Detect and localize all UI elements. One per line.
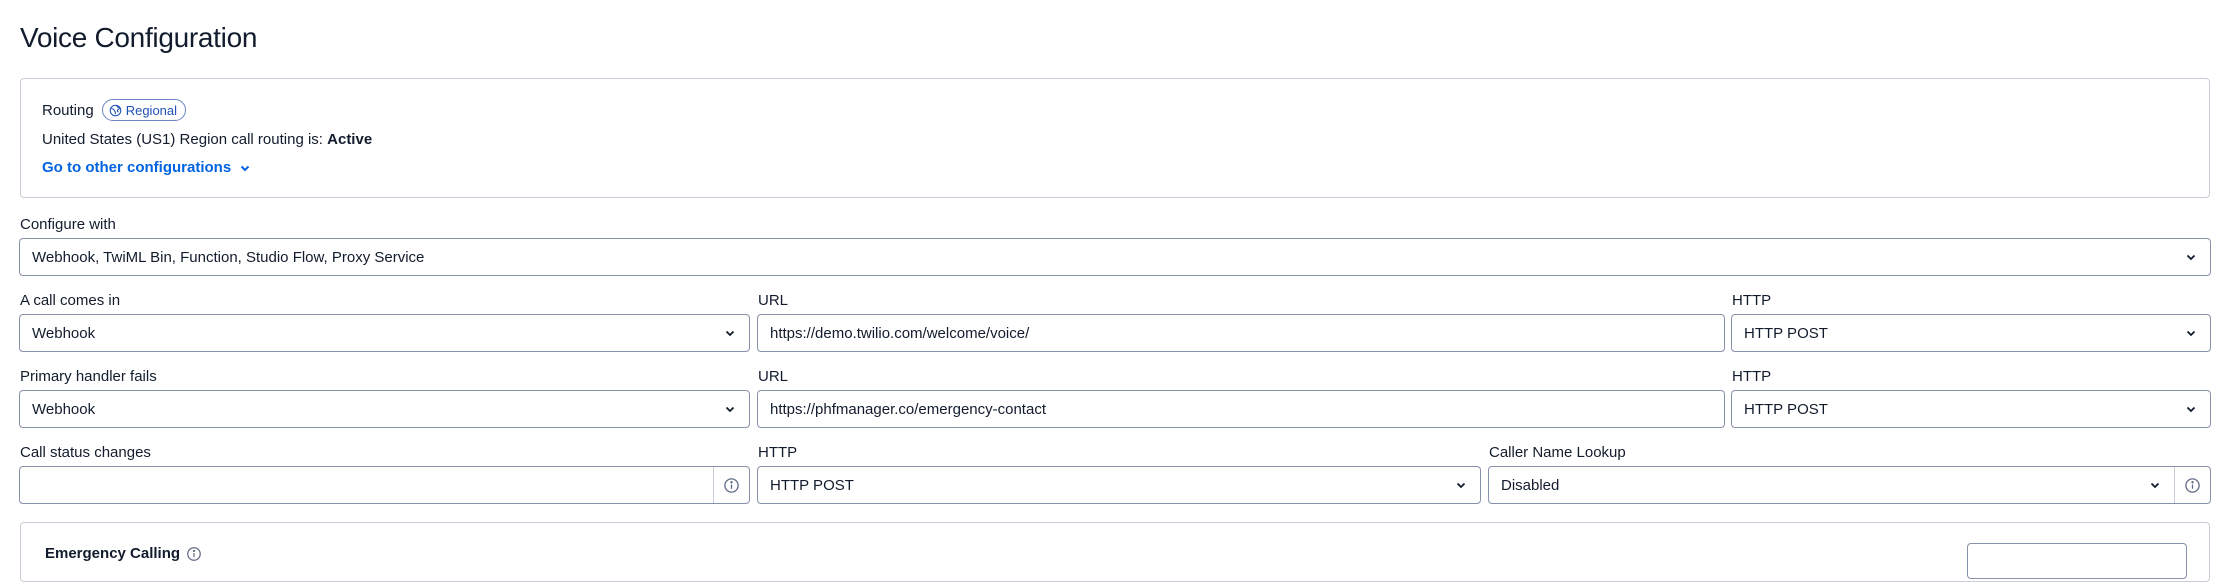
primary-handler-http-value: HTTP POST: [1744, 400, 1828, 418]
call-comes-in-url-value: https://demo.twilio.com/welcome/voice/: [770, 324, 1030, 342]
call-status-http-value: HTTP POST: [770, 476, 854, 494]
configure-with-value: Webhook, TwiML Bin, Function, Studio Flo…: [32, 248, 425, 266]
call-status-url-input[interactable]: [19, 466, 750, 504]
primary-handler-url-label: URL: [758, 368, 789, 385]
call-comes-in-label: A call comes in: [20, 292, 121, 309]
routing-status-value: Active: [327, 131, 373, 148]
routing-status: United States (US1) Region call routing …: [42, 131, 372, 148]
chevron-down-icon: [2150, 482, 2160, 489]
other-configurations-link[interactable]: Go to other configurations: [42, 159, 251, 176]
routing-title: Routing: [42, 101, 94, 119]
caller-name-lookup-value: Disabled: [1501, 476, 1560, 494]
routing-header: Routing Regional: [42, 99, 187, 121]
call-comes-in-http-label: HTTP: [1732, 292, 1772, 309]
call-comes-in-type-select[interactable]: Webhook: [19, 314, 750, 352]
call-status-http-select[interactable]: HTTP POST: [757, 466, 1481, 504]
call-comes-in-type-value: Webhook: [32, 324, 96, 342]
primary-handler-http-label: HTTP: [1732, 368, 1772, 385]
info-icon[interactable]: [2174, 467, 2210, 503]
primary-handler-http-select[interactable]: HTTP POST: [1731, 390, 2211, 428]
routing-card: Routing Regional United States (US1) Reg…: [20, 78, 2210, 198]
chevron-down-icon: [725, 330, 735, 337]
call-comes-in-http-select[interactable]: HTTP POST: [1731, 314, 2211, 352]
emergency-calling-card: Emergency Calling: [20, 522, 2210, 582]
call-status-http-label: HTTP: [758, 444, 798, 461]
call-comes-in-url-label: URL: [758, 292, 789, 309]
primary-handler-fails-label: Primary handler fails: [20, 368, 157, 385]
chevron-down-icon: [239, 162, 251, 174]
info-icon[interactable]: [713, 467, 749, 503]
regional-badge: Regional: [101, 99, 187, 121]
emergency-calling-button[interactable]: [1967, 543, 2187, 579]
page-title: Voice Configuration: [20, 22, 258, 53]
chevron-down-icon: [2186, 254, 2196, 261]
primary-handler-url-value: https://phfmanager.co/emergency-contact: [770, 400, 1046, 418]
regional-badge-label: Regional: [125, 102, 178, 118]
configure-with-select[interactable]: Webhook, TwiML Bin, Function, Studio Flo…: [19, 238, 2211, 276]
chevron-down-icon: [2186, 406, 2196, 413]
primary-handler-type-value: Webhook: [32, 400, 96, 418]
primary-handler-url-input[interactable]: https://phfmanager.co/emergency-contact: [757, 390, 1725, 428]
call-comes-in-url-input[interactable]: https://demo.twilio.com/welcome/voice/: [757, 314, 1725, 352]
chevron-down-icon: [725, 406, 735, 413]
call-status-changes-label: Call status changes: [20, 444, 151, 461]
routing-status-text: United States (US1) Region call routing …: [42, 131, 328, 148]
other-configurations-label: Go to other configurations: [42, 159, 232, 176]
globe-icon: [109, 104, 122, 117]
chevron-down-icon: [1456, 482, 1466, 489]
call-comes-in-http-value: HTTP POST: [1744, 324, 1828, 342]
configure-with-label: Configure with: [20, 216, 116, 233]
caller-name-lookup-select[interactable]: Disabled: [1488, 466, 2211, 504]
caller-name-lookup-label: Caller Name Lookup: [1489, 444, 1626, 461]
primary-handler-type-select[interactable]: Webhook: [19, 390, 750, 428]
chevron-down-icon: [2186, 330, 2196, 337]
